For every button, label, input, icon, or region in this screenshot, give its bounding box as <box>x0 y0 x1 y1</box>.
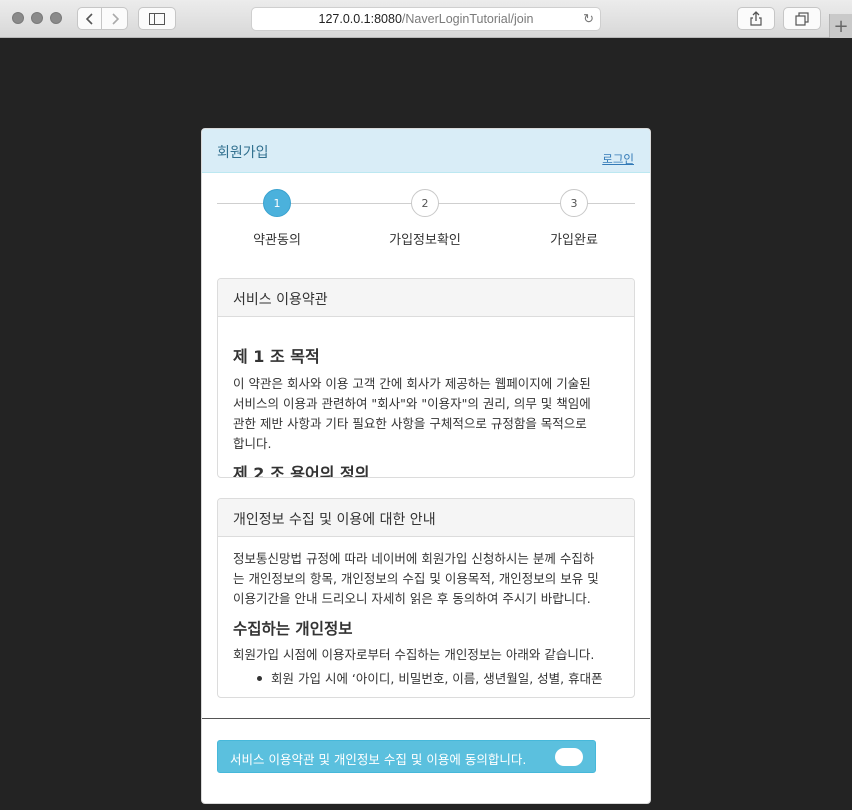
agree-terms-button[interactable]: 서비스 이용약관 및 개인정보 수집 및 이용에 동의합니다. <box>217 740 596 773</box>
privacy-heading: 개인정보 수집 및 이용에 대한 안내 <box>218 499 634 537</box>
plus-icon: + <box>833 15 849 37</box>
login-link[interactable]: 로그인 <box>602 151 634 167</box>
chevron-left-icon <box>85 12 93 25</box>
step-3-circle: 3 <box>560 189 588 217</box>
article-1-line: 합니다. <box>233 436 272 451</box>
privacy-scroll-area[interactable]: 정보통신망법 규정에 따라 네이버에 회원가입 신청하시는 분께 수집하 는 개… <box>218 537 634 697</box>
article-1-line: 서비스의 이용과 관련하여 "회사"와 "이용자"의 권리, 의무 및 책임에 <box>233 396 591 411</box>
privacy-bullet-text: 회원 가입 시에 ‘아이디, 비밀번호, 이름, 생년월일, 성별, 휴대폰 <box>271 671 603 686</box>
tabs-icon <box>795 11 809 26</box>
privacy-section-title: 수집하는 개인정보 <box>233 620 353 638</box>
article-1-line: 이 약관은 회사와 이용 고객 간에 회사가 제공하는 웹페이지에 기술된 <box>233 376 591 391</box>
url-path: /NaverLoginTutorial/join <box>401 12 534 26</box>
forward-button[interactable] <box>102 7 128 30</box>
terms-heading: 서비스 이용약관 <box>218 279 634 317</box>
terms-scroll-area[interactable]: 제 1 조 목적 이 약관은 회사와 이용 고객 간에 회사가 제공하는 웹페이… <box>218 317 634 477</box>
article-2-title: 제 2 조 용어의 정의 <box>233 464 370 477</box>
bullet-icon <box>257 676 262 681</box>
agree-terms-label: 서비스 이용약관 및 개인정보 수집 및 이용에 동의합니다. <box>230 752 527 767</box>
article-1-line: 관한 제반 사항과 기타 필요한 사항을 구체적으로 규정함을 목적으로 <box>233 416 587 431</box>
minimize-window-button[interactable] <box>31 12 43 24</box>
panel-header: 회원가입 로그인 <box>202 129 650 173</box>
share-button[interactable] <box>737 7 775 30</box>
step-1-label: 약관동의 <box>253 233 301 248</box>
terms-box: 서비스 이용약관 제 1 조 목적 이 약관은 회사와 이용 고객 간에 회사가… <box>217 278 635 478</box>
reload-icon[interactable]: ↻ <box>583 11 594 27</box>
address-bar[interactable]: 127.0.0.1:8080/NaverLoginTutorial/join ↻ <box>251 7 601 31</box>
tabs-overview-button[interactable] <box>783 7 821 30</box>
step-3-label: 가입완료 <box>550 233 598 248</box>
browser-toolbar: 127.0.0.1:8080/NaverLoginTutorial/join ↻… <box>0 0 852 38</box>
article-1-title: 제 1 조 목적 <box>233 347 320 366</box>
back-button[interactable] <box>77 7 102 30</box>
page-title: 회원가입 <box>217 145 269 161</box>
url-host: 127.0.0.1:8080 <box>318 12 402 26</box>
share-icon <box>750 11 762 26</box>
chevron-right-icon <box>111 12 119 25</box>
step-2-circle: 2 <box>411 189 439 217</box>
zoom-window-button[interactable] <box>50 12 62 24</box>
step-2-label: 가입정보확인 <box>389 233 461 248</box>
new-tab-button[interactable]: + <box>829 14 852 38</box>
sidebar-toggle-button[interactable] <box>138 7 176 30</box>
list-item: 회원 가입 시에 ‘아이디, 비밀번호, 이름, 생년월일, 성별, 휴대폰 <box>257 669 619 689</box>
privacy-intro-line: 이용기간을 안내 드리오니 자세히 읽은 후 동의하여 주시기 바랍니다. <box>233 591 591 606</box>
privacy-box: 개인정보 수집 및 이용에 대한 안내 정보통신망법 규정에 따라 네이버에 회… <box>217 498 635 698</box>
agree-toggle[interactable] <box>555 748 583 766</box>
close-window-button[interactable] <box>12 12 24 24</box>
privacy-intro-line: 는 개인정보의 항목, 개인정보의 수집 및 이용목적, 개인정보의 보유 및 <box>233 571 599 586</box>
privacy-intro: 정보통신망법 규정에 따라 네이버에 회원가입 신청하시는 분께 수집하 는 개… <box>233 549 619 609</box>
article-1-text: 이 약관은 회사와 이용 고객 간에 회사가 제공하는 웹페이지에 기술된 서비… <box>233 374 619 454</box>
privacy-section-text: 회원가입 시점에 이용자로부터 수집하는 개인정보는 아래와 같습니다. <box>233 647 595 662</box>
privacy-intro-line: 정보통신망법 규정에 따라 네이버에 회원가입 신청하시는 분께 수집하 <box>233 551 595 566</box>
sidebar-icon <box>149 12 165 25</box>
divider <box>202 718 650 719</box>
step-1-circle: 1 <box>263 189 291 217</box>
signup-panel: 회원가입 로그인 1 2 3 약관동의 가입정보확인 가입완료 서비스 이용약관… <box>201 128 651 804</box>
